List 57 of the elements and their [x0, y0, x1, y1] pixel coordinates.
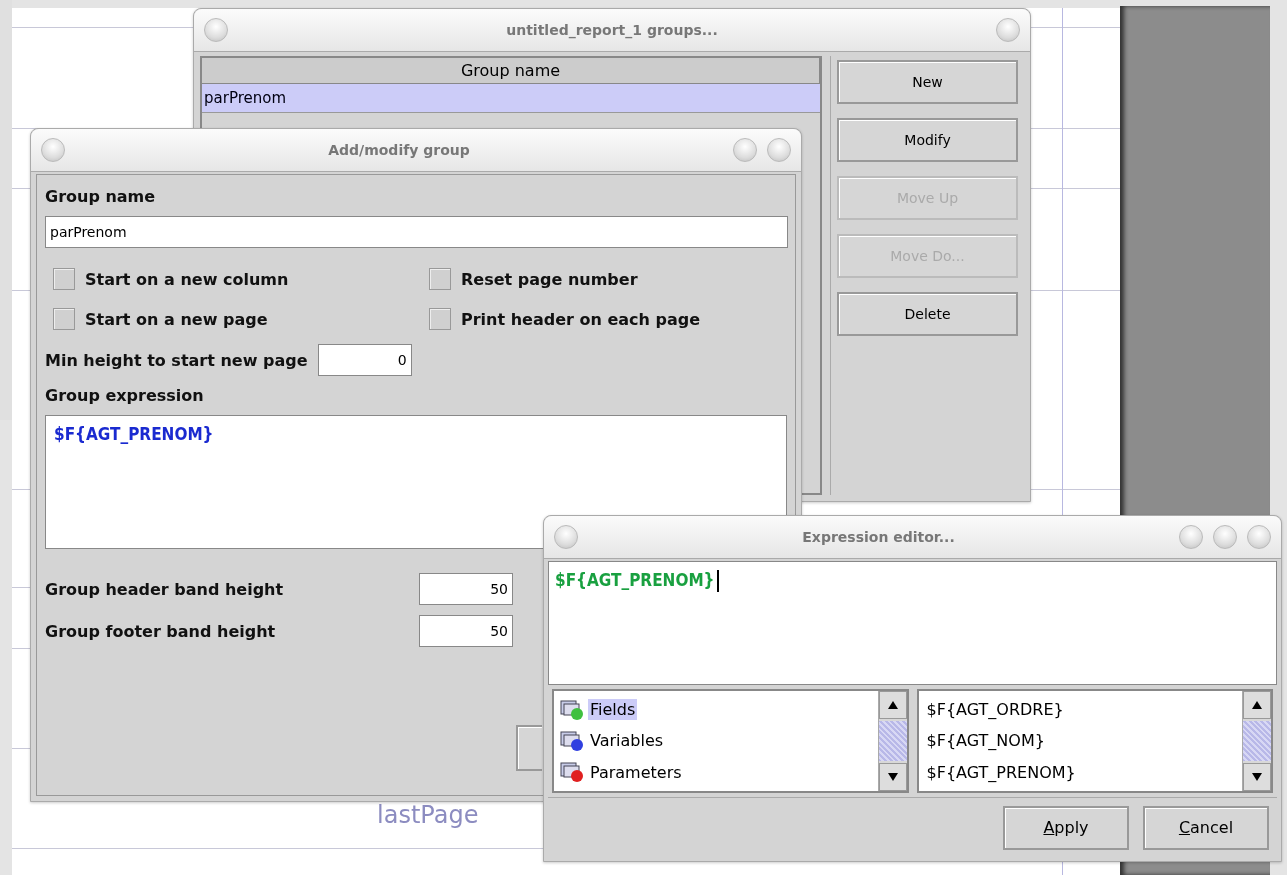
dialog-button[interactable]: Delete: [837, 292, 1018, 336]
checkbox[interactable]: [429, 268, 451, 290]
group-name-field[interactable]: parPrenom: [45, 216, 788, 248]
report-text: lastPage: [377, 802, 479, 828]
field-item[interactable]: $F{AGT_NOM}: [924, 730, 1047, 752]
category-item[interactable]: Fields: [588, 699, 638, 721]
arrow-up-icon: [887, 701, 898, 709]
window-control-icon[interactable]: [1213, 525, 1237, 549]
window-control-icon[interactable]: [41, 138, 65, 162]
field-item[interactable]: $F{AGT_PRENOM}: [924, 761, 1078, 783]
field-label: Group footer band height: [45, 621, 277, 641]
dialog-button[interactable]: Modify: [837, 118, 1018, 162]
column-header[interactable]: Group name: [202, 58, 820, 84]
dialog-button[interactable]: New: [837, 60, 1018, 104]
text-cursor: [716, 570, 719, 592]
checkbox[interactable]: [53, 308, 75, 330]
checkbox-label: Start on a new page: [85, 309, 268, 329]
table-row[interactable]: parPrenom: [202, 84, 820, 113]
dialog-button[interactable]: [516, 725, 542, 771]
scrollbar[interactable]: [877, 691, 907, 791]
window-title: Expression editor...: [801, 529, 956, 545]
window-control-icon[interactable]: [733, 138, 757, 162]
scroll-down-button[interactable]: [1243, 763, 1271, 791]
header-height-field[interactable]: 50: [419, 573, 513, 605]
scroll-up-button[interactable]: [878, 691, 907, 719]
field-label: Min height to start new page: [45, 350, 308, 370]
checkbox[interactable]: [53, 268, 75, 290]
table-cell: parPrenom: [204, 89, 287, 107]
arrow-up-icon: [1252, 701, 1262, 709]
category-item[interactable]: Parameters: [588, 761, 684, 783]
expression-field[interactable]: $F{AGT_PRENOM}: [45, 415, 787, 549]
dialog-button[interactable]: Cancel: [1143, 805, 1269, 850]
window-title: untitled_report_1 groups...: [505, 22, 719, 38]
checkbox-label: Start on a new column: [85, 269, 289, 289]
checkbox-label: Reset page number: [461, 269, 638, 289]
window-control-icon[interactable]: [554, 525, 578, 549]
checkbox[interactable]: [429, 308, 451, 330]
window-control-icon[interactable]: [996, 18, 1020, 42]
arrow-down-icon: [1252, 773, 1262, 781]
category-item[interactable]: Variables: [588, 730, 666, 752]
field-label: Group header band height: [45, 579, 285, 599]
window-title: Add/modify group: [327, 142, 471, 158]
arrow-down-icon: [887, 773, 898, 781]
min-height-field[interactable]: 0: [317, 344, 412, 376]
dialog-button[interactable]: Apply: [1003, 805, 1129, 850]
field-label: Group name: [45, 187, 157, 206]
checkbox-label: Print header on each page: [461, 309, 701, 329]
field-item[interactable]: $F{AGT_ORDRE}: [924, 699, 1066, 721]
window-control-icon[interactable]: [1247, 525, 1271, 549]
scrollbar[interactable]: [1242, 691, 1271, 791]
scroll-down-button[interactable]: [878, 763, 907, 791]
field-label: Group expression: [45, 386, 205, 405]
window-control-icon[interactable]: [767, 138, 791, 162]
window-control-icon[interactable]: [1179, 525, 1203, 549]
footer-height-field[interactable]: 50: [419, 615, 513, 647]
window-control-icon[interactable]: [204, 18, 228, 42]
scroll-up-button[interactable]: [1243, 691, 1271, 719]
